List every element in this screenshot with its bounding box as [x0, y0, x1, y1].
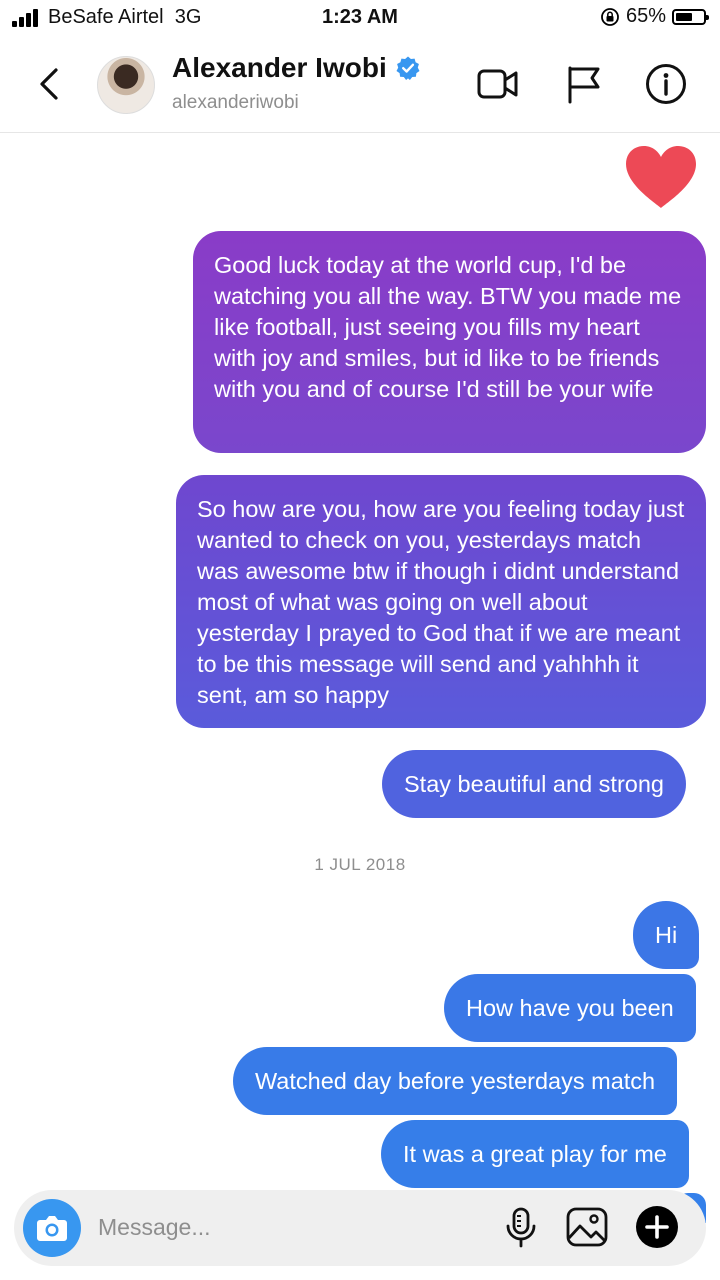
gallery-icon[interactable]	[564, 1204, 610, 1250]
camera-icon	[37, 1216, 67, 1241]
message-text: Hi	[655, 921, 678, 948]
message-text: It was a great play for me	[403, 1140, 667, 1167]
message-text: Good luck today at the world cup, I'd be…	[214, 252, 682, 402]
message-text: Stay beautiful and strong	[404, 770, 664, 797]
profile-username: alexanderiwobi	[172, 92, 299, 113]
verified-badge-icon	[396, 56, 420, 80]
add-plus-icon[interactable]	[634, 1204, 680, 1250]
sent-message-bubble[interactable]: Good luck today at the world cup, I'd be…	[193, 231, 706, 453]
sent-message-bubble[interactable]: So how are you, how are you feeling toda…	[176, 475, 706, 728]
date-separator: 1 JUL 2018	[314, 855, 406, 874]
video-call-icon[interactable]	[476, 62, 520, 106]
message-input[interactable]: Message...	[98, 1214, 211, 1241]
profile-name-row[interactable]: Alexander Iwobi	[172, 52, 421, 84]
battery-percent: 65%	[625, 5, 666, 27]
sent-message-bubble[interactable]: Hi	[633, 901, 700, 969]
message-text: Watched day before yesterdays match	[255, 1067, 656, 1094]
status-bar: BeSafe Airtel 3G 1:23 AM 65%	[0, 0, 720, 38]
chat-header: Alexander Iwobi alexanderiwobi	[0, 38, 720, 133]
sent-message-bubble[interactable]: How have you been	[444, 974, 696, 1042]
message-text: How have you been	[466, 994, 674, 1021]
sent-message-bubble[interactable]: Watched day before yesterdays match	[233, 1047, 678, 1115]
heart-like-icon[interactable]	[624, 144, 698, 210]
profile-name: Alexander Iwobi	[172, 52, 387, 83]
flag-icon[interactable]	[562, 62, 606, 106]
message-composer: Message...	[14, 1190, 706, 1266]
battery-icon	[672, 8, 709, 25]
sent-message-bubble[interactable]: It was a great play for me	[381, 1120, 689, 1188]
orientation-lock-icon	[601, 7, 619, 26]
back-chevron-icon[interactable]	[30, 62, 70, 106]
status-right: 65%	[600, 5, 709, 28]
message-text: So how are you, how are you feeling toda…	[197, 496, 685, 708]
info-icon[interactable]	[644, 62, 688, 106]
sent-message-bubble[interactable]: Stay beautiful and strong	[382, 750, 686, 818]
microphone-icon[interactable]	[498, 1204, 544, 1250]
avatar[interactable]	[97, 56, 155, 114]
camera-button[interactable]	[23, 1199, 81, 1257]
